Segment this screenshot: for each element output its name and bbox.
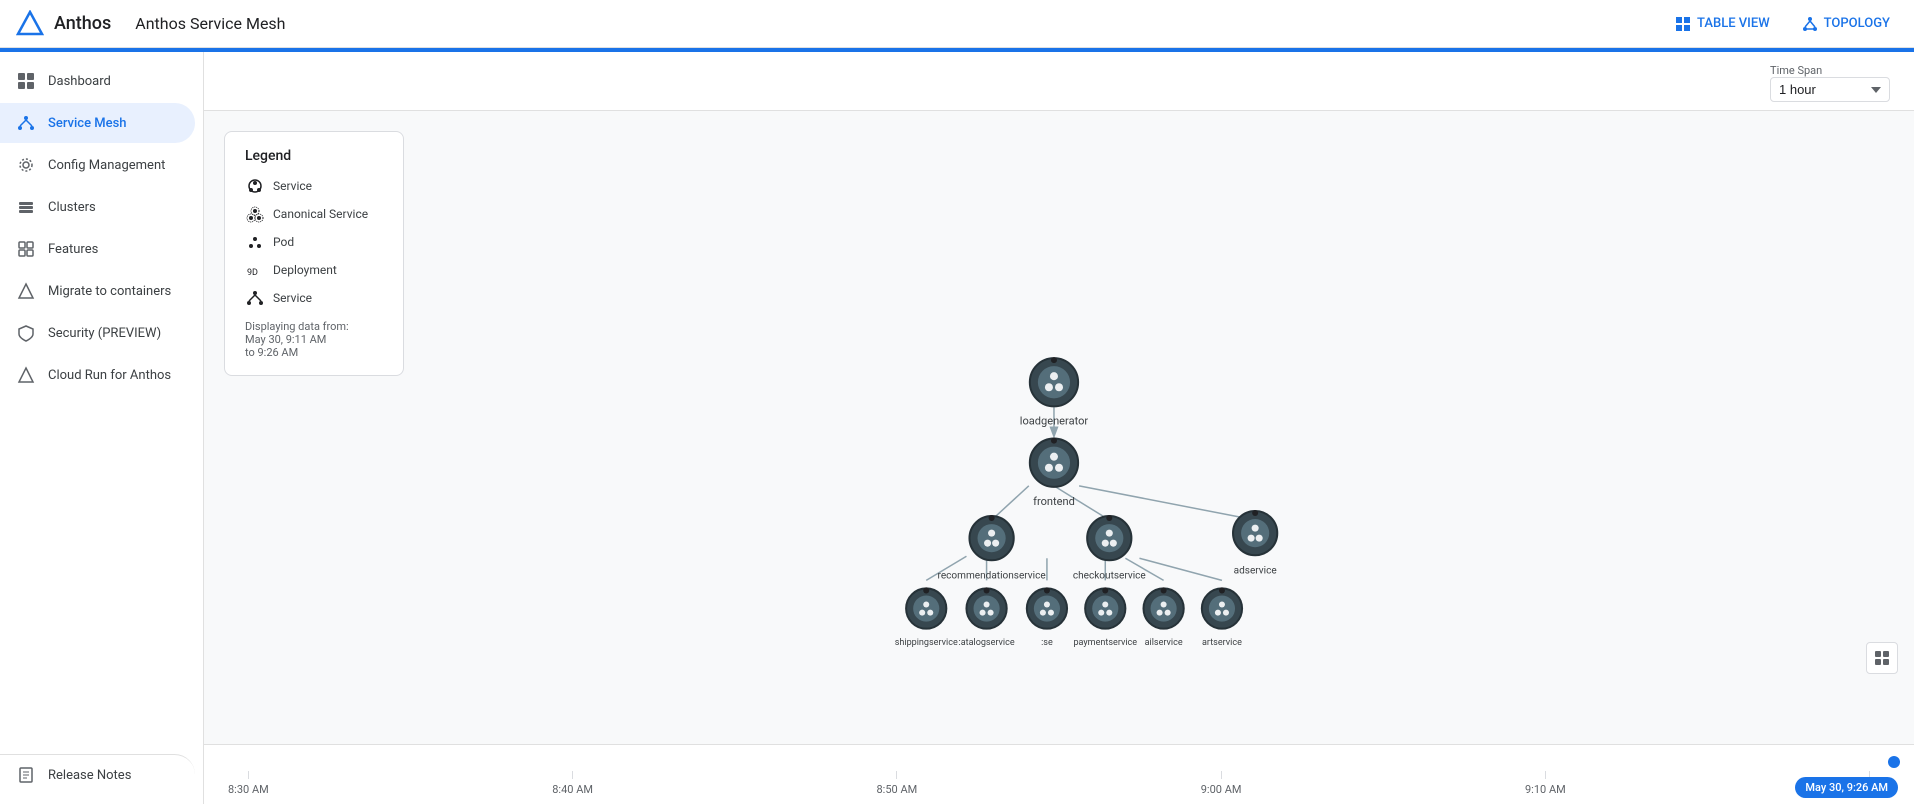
node-checkoutservice[interactable]: checkoutservice — [1073, 515, 1146, 581]
sidebar-label-config: Config Management — [48, 158, 165, 173]
legend-service-icon — [245, 176, 265, 196]
content-area: Time Span 1 hour 3 hours 6 hours 12 hour… — [204, 52, 1914, 804]
sidebar-item-config-management[interactable]: Config Management — [0, 145, 195, 185]
sidebar-label-dashboard: Dashboard — [48, 74, 111, 89]
migrate-icon — [16, 281, 36, 301]
legend-title: Legend — [245, 148, 383, 164]
legend-item-service: Service — [245, 176, 383, 196]
sidebar-item-service-mesh[interactable]: Service Mesh — [0, 103, 195, 143]
release-notes-icon — [16, 765, 36, 785]
app-logo: Anthos — [16, 10, 111, 38]
svg-text:9D: 9D — [247, 268, 258, 278]
sidebar-item-features[interactable]: Features — [0, 229, 195, 269]
sidebar-label-clusters: Clusters — [48, 200, 96, 215]
tick-label-850: 8:50 AM — [877, 783, 918, 796]
table-view-icon — [1675, 16, 1691, 32]
svg-text:checkoutservice: checkoutservice — [1073, 570, 1146, 581]
node-recommendationservice[interactable]: recommendationservice — [938, 515, 1046, 581]
legend-deployment-icon: 9D — [245, 260, 265, 280]
svg-text::atalogservice: :atalogservice — [958, 638, 1014, 648]
legend-item-pod: Pod — [245, 232, 383, 252]
tick-label-900: 9:00 AM — [1201, 783, 1242, 796]
timeline-ticks: 8:30 AM 8:40 AM 8:50 AM 9:00 AM 9:10 AM — [204, 771, 1914, 796]
legend-canonical-icon — [245, 204, 265, 224]
sidebar-label-security: Security (PREVIEW) — [48, 326, 161, 341]
tick-label-910: 9:10 AM — [1525, 783, 1566, 796]
svg-text:ailservice: ailservice — [1145, 638, 1183, 648]
sidebar-label-service-mesh: Service Mesh — [48, 116, 127, 131]
topology-icon — [1802, 16, 1818, 32]
sidebar-item-clusters[interactable]: Clusters — [0, 187, 195, 227]
svg-text:adservice: adservice — [1234, 565, 1277, 576]
node-shippingservice[interactable]: shippingservice — [895, 587, 958, 647]
legend-date-label: Displaying data from: May 30, 9:11 AM to… — [245, 320, 383, 359]
dashboard-icon — [16, 71, 36, 91]
sidebar-label-cloud-run: Cloud Run for Anthos — [48, 368, 171, 383]
node-ailservice[interactable]: ailservice — [1143, 587, 1183, 647]
legend-service2-icon — [245, 288, 265, 308]
time-span-label: Time Span — [1770, 64, 1822, 77]
tick-850: 8:50 AM — [877, 771, 918, 796]
topology-svg: loadgenerator frontend — [204, 111, 1914, 744]
timeline-now-badge: May 30, 9:26 AM — [1795, 777, 1898, 798]
node-paymentservice[interactable]: paymentservice — [1073, 587, 1137, 647]
svg-text:frontend: frontend — [1033, 495, 1075, 508]
svg-text::se: :se — [1041, 638, 1053, 648]
cloud-run-icon — [16, 365, 36, 385]
sidebar-item-dashboard[interactable]: Dashboard — [0, 61, 195, 101]
app-name: Anthos — [54, 13, 111, 34]
svg-text:recommendationservice: recommendationservice — [938, 570, 1046, 581]
grid-layout-button[interactable] — [1866, 642, 1898, 674]
tick-830: 8:30 AM — [228, 771, 269, 796]
sidebar-item-cloud-run[interactable]: Cloud Run for Anthos — [0, 355, 195, 395]
timeline-bar: 8:30 AM 8:40 AM 8:50 AM 9:00 AM 9:10 AM — [204, 744, 1914, 804]
tick-910: 9:10 AM — [1525, 771, 1566, 796]
clusters-icon — [16, 197, 36, 217]
page-title: Anthos Service Mesh — [135, 14, 1667, 33]
timeline-current-dot — [1888, 756, 1900, 768]
anthos-logo-icon — [16, 10, 44, 38]
legend-pod-icon — [245, 232, 265, 252]
tick-label-840: 8:40 AM — [552, 783, 593, 796]
grid-icon — [1874, 650, 1890, 666]
legend-item-canonical: Canonical Service — [245, 204, 383, 224]
svg-text:artservice: artservice — [1202, 638, 1242, 648]
node-artservice[interactable]: artservice — [1202, 587, 1242, 647]
main-layout: Dashboard Service Mesh — [0, 52, 1914, 804]
legend-box: Legend Service — [224, 131, 404, 376]
node-loadgenerator[interactable]: loadgenerator — [1020, 357, 1089, 427]
content-header: Time Span 1 hour 3 hours 6 hours 12 hour… — [204, 52, 1914, 111]
node-frontend[interactable]: frontend — [1030, 438, 1078, 508]
sidebar-label-features: Features — [48, 242, 98, 257]
sidebar: Dashboard Service Mesh — [0, 52, 204, 804]
sidebar-item-release-notes[interactable]: Release Notes — [0, 754, 195, 795]
security-icon — [16, 323, 36, 343]
table-view-button[interactable]: TABLE VIEW — [1667, 10, 1778, 38]
node-se[interactable]: :se — [1027, 587, 1067, 647]
sidebar-label-migrate: Migrate to containers — [48, 284, 171, 299]
node-catalogservice[interactable]: :atalogservice — [958, 587, 1014, 647]
config-icon — [16, 155, 36, 175]
tick-900: 9:00 AM — [1201, 771, 1242, 796]
node-adservice[interactable]: adservice — [1233, 510, 1277, 576]
sidebar-item-security[interactable]: Security (PREVIEW) — [0, 313, 195, 353]
topology-area: Legend Service — [204, 111, 1914, 744]
time-span-select[interactable]: 1 hour 3 hours 6 hours 12 hours 1 day 7 … — [1770, 77, 1890, 102]
topology-button[interactable]: TOPOLOGY — [1794, 10, 1898, 38]
features-icon — [16, 239, 36, 259]
sidebar-item-migrate[interactable]: Migrate to containers — [0, 271, 195, 311]
service-mesh-icon — [16, 113, 36, 133]
tick-label-830: 8:30 AM — [228, 783, 269, 796]
tick-840: 8:40 AM — [552, 771, 593, 796]
svg-text:shippingservice: shippingservice — [895, 638, 958, 648]
legend-item-service2: Service — [245, 288, 383, 308]
top-bar-actions: TABLE VIEW TOPOLOGY — [1667, 10, 1898, 38]
svg-text:paymentservice: paymentservice — [1073, 638, 1137, 648]
sidebar-label-release-notes: Release Notes — [48, 768, 131, 783]
top-bar: Anthos Anthos Service Mesh TABLE VIEW TO… — [0, 0, 1914, 48]
svg-text:loadgenerator: loadgenerator — [1020, 414, 1089, 427]
legend-item-deployment: 9D Deployment — [245, 260, 383, 280]
